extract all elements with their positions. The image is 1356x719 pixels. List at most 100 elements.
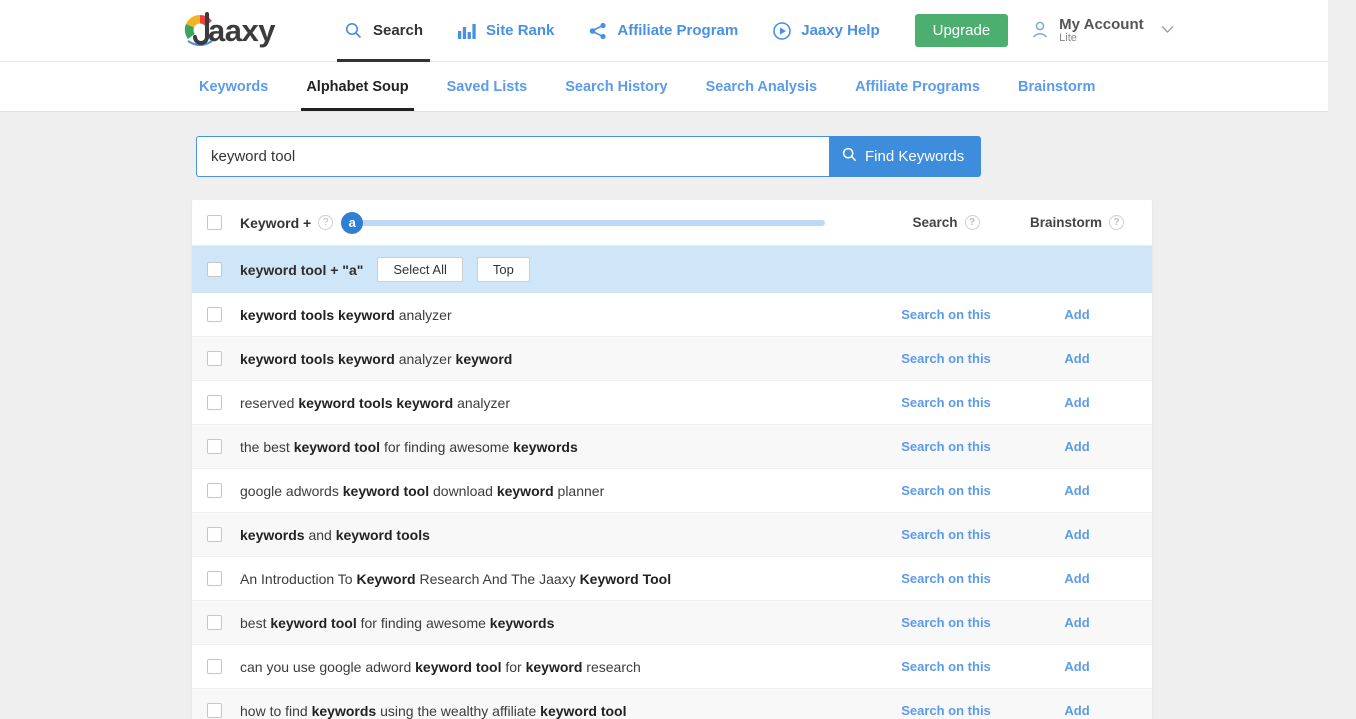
table-row[interactable]: reserved keyword tools keyword analyzer S… bbox=[192, 381, 1152, 425]
add-link[interactable]: Add bbox=[1002, 439, 1152, 454]
find-keywords-button[interactable]: Find Keywords bbox=[829, 136, 982, 177]
search-on-this-link[interactable]: Search on this bbox=[890, 395, 1002, 410]
search-column-header: Search ? bbox=[890, 215, 1002, 230]
keyword-text: An Introduction To Keyword Research And … bbox=[240, 570, 672, 587]
keyword-column-header: Keyword + bbox=[240, 214, 312, 231]
search-on-this-link[interactable]: Search on this bbox=[890, 307, 1002, 322]
slider-track bbox=[351, 219, 825, 226]
question-mark-icon[interactable]: ? bbox=[1109, 215, 1124, 230]
table-row[interactable]: google adwords keyword tool download key… bbox=[192, 469, 1152, 513]
tab-keywords[interactable]: Keywords bbox=[180, 62, 287, 111]
alphabet-slider[interactable]: a bbox=[341, 211, 860, 234]
search-on-this-link[interactable]: Search on this bbox=[890, 659, 1002, 674]
keyword-text: reserved keyword tools keyword analyzer bbox=[240, 394, 510, 411]
keyword-text: keyword tools keyword analyzer bbox=[240, 306, 452, 323]
account-text: My Account Lite bbox=[1059, 17, 1143, 44]
add-link[interactable]: Add bbox=[1002, 659, 1152, 674]
primary-nav: Search Site Rank Affiliate Program Jaaxy… bbox=[327, 0, 1174, 62]
row-checkbox[interactable] bbox=[207, 439, 222, 454]
keyword-text: how to find keywords using the wealthy a… bbox=[240, 702, 627, 719]
table-row[interactable]: best keyword tool for finding awesome ke… bbox=[192, 601, 1152, 645]
keyword-rows: keyword tools keyword analyzer Search on … bbox=[192, 293, 1152, 719]
table-row[interactable]: keywords and keyword tools Search on this… bbox=[192, 513, 1152, 557]
nav-label-search: Search bbox=[372, 22, 424, 39]
nav-label-affiliate-program: Affiliate Program bbox=[617, 22, 739, 39]
question-mark-icon[interactable]: ? bbox=[964, 215, 980, 230]
search-on-this-link[interactable]: Search on this bbox=[890, 439, 1002, 454]
search-input[interactable] bbox=[196, 136, 829, 177]
find-keywords-label: Find Keywords bbox=[865, 148, 965, 165]
keyword-text: google adwords keyword tool download key… bbox=[240, 482, 605, 499]
jaaxy-logo[interactable]: aaxy bbox=[180, 11, 275, 51]
tab-alphabet-soup[interactable]: Alphabet Soup bbox=[287, 62, 427, 111]
top-button[interactable]: Top bbox=[476, 257, 530, 282]
table-row[interactable]: keyword tools keyword analyzer keyword Se… bbox=[192, 337, 1152, 381]
search-on-this-link[interactable]: Search on this bbox=[890, 571, 1002, 586]
keyword-text: best keyword tool for finding awesome ke… bbox=[240, 614, 555, 631]
upgrade-button[interactable]: Upgrade bbox=[914, 14, 1009, 47]
group-header-row: keyword tool + "a" Select All Top bbox=[192, 246, 1152, 293]
tab-search-history[interactable]: Search History bbox=[546, 62, 686, 111]
add-link[interactable]: Add bbox=[1002, 527, 1152, 542]
bar-chart-icon bbox=[457, 21, 477, 41]
nav-item-jaaxy-help[interactable]: Jaaxy Help bbox=[755, 0, 896, 62]
keyword-text: keywords and keyword tools bbox=[240, 526, 430, 543]
results-header-row: Keyword + ? a Search ? Brainstorm ? bbox=[192, 200, 1152, 246]
search-on-this-link[interactable]: Search on this bbox=[890, 351, 1002, 366]
search-on-this-link[interactable]: Search on this bbox=[890, 703, 1002, 718]
brainstorm-column-label: Brainstorm bbox=[1029, 215, 1102, 230]
row-checkbox[interactable] bbox=[207, 351, 222, 366]
row-checkbox[interactable] bbox=[207, 483, 222, 498]
row-checkbox[interactable] bbox=[207, 659, 222, 674]
tab-saved-lists[interactable]: Saved Lists bbox=[428, 62, 547, 111]
secondary-nav: Keywords Alphabet Soup Saved Lists Searc… bbox=[0, 62, 1342, 112]
table-row[interactable]: An Introduction To Keyword Research And … bbox=[192, 557, 1152, 601]
add-link[interactable]: Add bbox=[1002, 395, 1152, 410]
add-link[interactable]: Add bbox=[1002, 307, 1152, 322]
nav-label-jaaxy-help: Jaaxy Help bbox=[801, 22, 880, 39]
add-link[interactable]: Add bbox=[1002, 615, 1152, 630]
row-checkbox[interactable] bbox=[207, 571, 222, 586]
question-mark-icon[interactable]: ? bbox=[318, 215, 334, 230]
add-link[interactable]: Add bbox=[1002, 483, 1152, 498]
group-label: keyword tool + "a" bbox=[240, 261, 364, 278]
account-plan: Lite bbox=[1059, 31, 1077, 44]
select-all-button[interactable]: Select All bbox=[377, 257, 463, 282]
tab-brainstorm[interactable]: Brainstorm bbox=[999, 62, 1114, 111]
table-row[interactable]: can you use google adword keyword tool f… bbox=[192, 645, 1152, 689]
table-row[interactable]: keyword tools keyword analyzer Search on … bbox=[192, 293, 1152, 337]
search-on-this-link[interactable]: Search on this bbox=[890, 527, 1002, 542]
tab-search-analysis[interactable]: Search Analysis bbox=[687, 62, 837, 111]
user-avatar-icon bbox=[1030, 20, 1050, 40]
row-checkbox[interactable] bbox=[207, 395, 222, 410]
tab-affiliate-programs[interactable]: Affiliate Programs bbox=[836, 62, 999, 111]
share-icon bbox=[588, 21, 608, 41]
row-checkbox[interactable] bbox=[207, 307, 222, 322]
search-icon bbox=[344, 21, 364, 41]
search-on-this-link[interactable]: Search on this bbox=[890, 483, 1002, 498]
row-checkbox[interactable] bbox=[207, 615, 222, 630]
brainstorm-column-header: Brainstorm ? bbox=[1002, 215, 1152, 230]
keyword-text: the best keyword tool for finding awesom… bbox=[240, 438, 578, 455]
row-checkbox[interactable] bbox=[207, 703, 222, 718]
row-checkbox[interactable] bbox=[207, 527, 222, 542]
jaaxy-pie-logo-icon bbox=[180, 11, 222, 51]
slider-handle[interactable]: a bbox=[341, 211, 364, 234]
account-menu[interactable]: My Account Lite bbox=[1030, 17, 1174, 44]
nav-item-site-rank[interactable]: Site Rank bbox=[440, 0, 571, 62]
page-scrollbar[interactable] bbox=[1328, 0, 1342, 719]
chevron-down-icon[interactable] bbox=[1161, 23, 1174, 37]
table-row[interactable]: the best keyword tool for finding awesom… bbox=[192, 425, 1152, 469]
add-link[interactable]: Add bbox=[1002, 351, 1152, 366]
group-checkbox[interactable] bbox=[207, 262, 222, 277]
table-row[interactable]: how to find keywords using the wealthy a… bbox=[192, 689, 1152, 719]
search-on-this-link[interactable]: Search on this bbox=[890, 615, 1002, 630]
keyword-text: can you use google adword keyword tool f… bbox=[240, 658, 641, 675]
add-link[interactable]: Add bbox=[1002, 571, 1152, 586]
select-all-checkbox[interactable] bbox=[207, 215, 222, 230]
nav-label-site-rank: Site Rank bbox=[486, 22, 555, 39]
nav-item-search[interactable]: Search bbox=[327, 0, 440, 62]
add-link[interactable]: Add bbox=[1002, 703, 1152, 718]
nav-item-affiliate-program[interactable]: Affiliate Program bbox=[571, 0, 755, 62]
top-header: aaxy Search Site Rank Affiliate Program … bbox=[0, 0, 1342, 62]
